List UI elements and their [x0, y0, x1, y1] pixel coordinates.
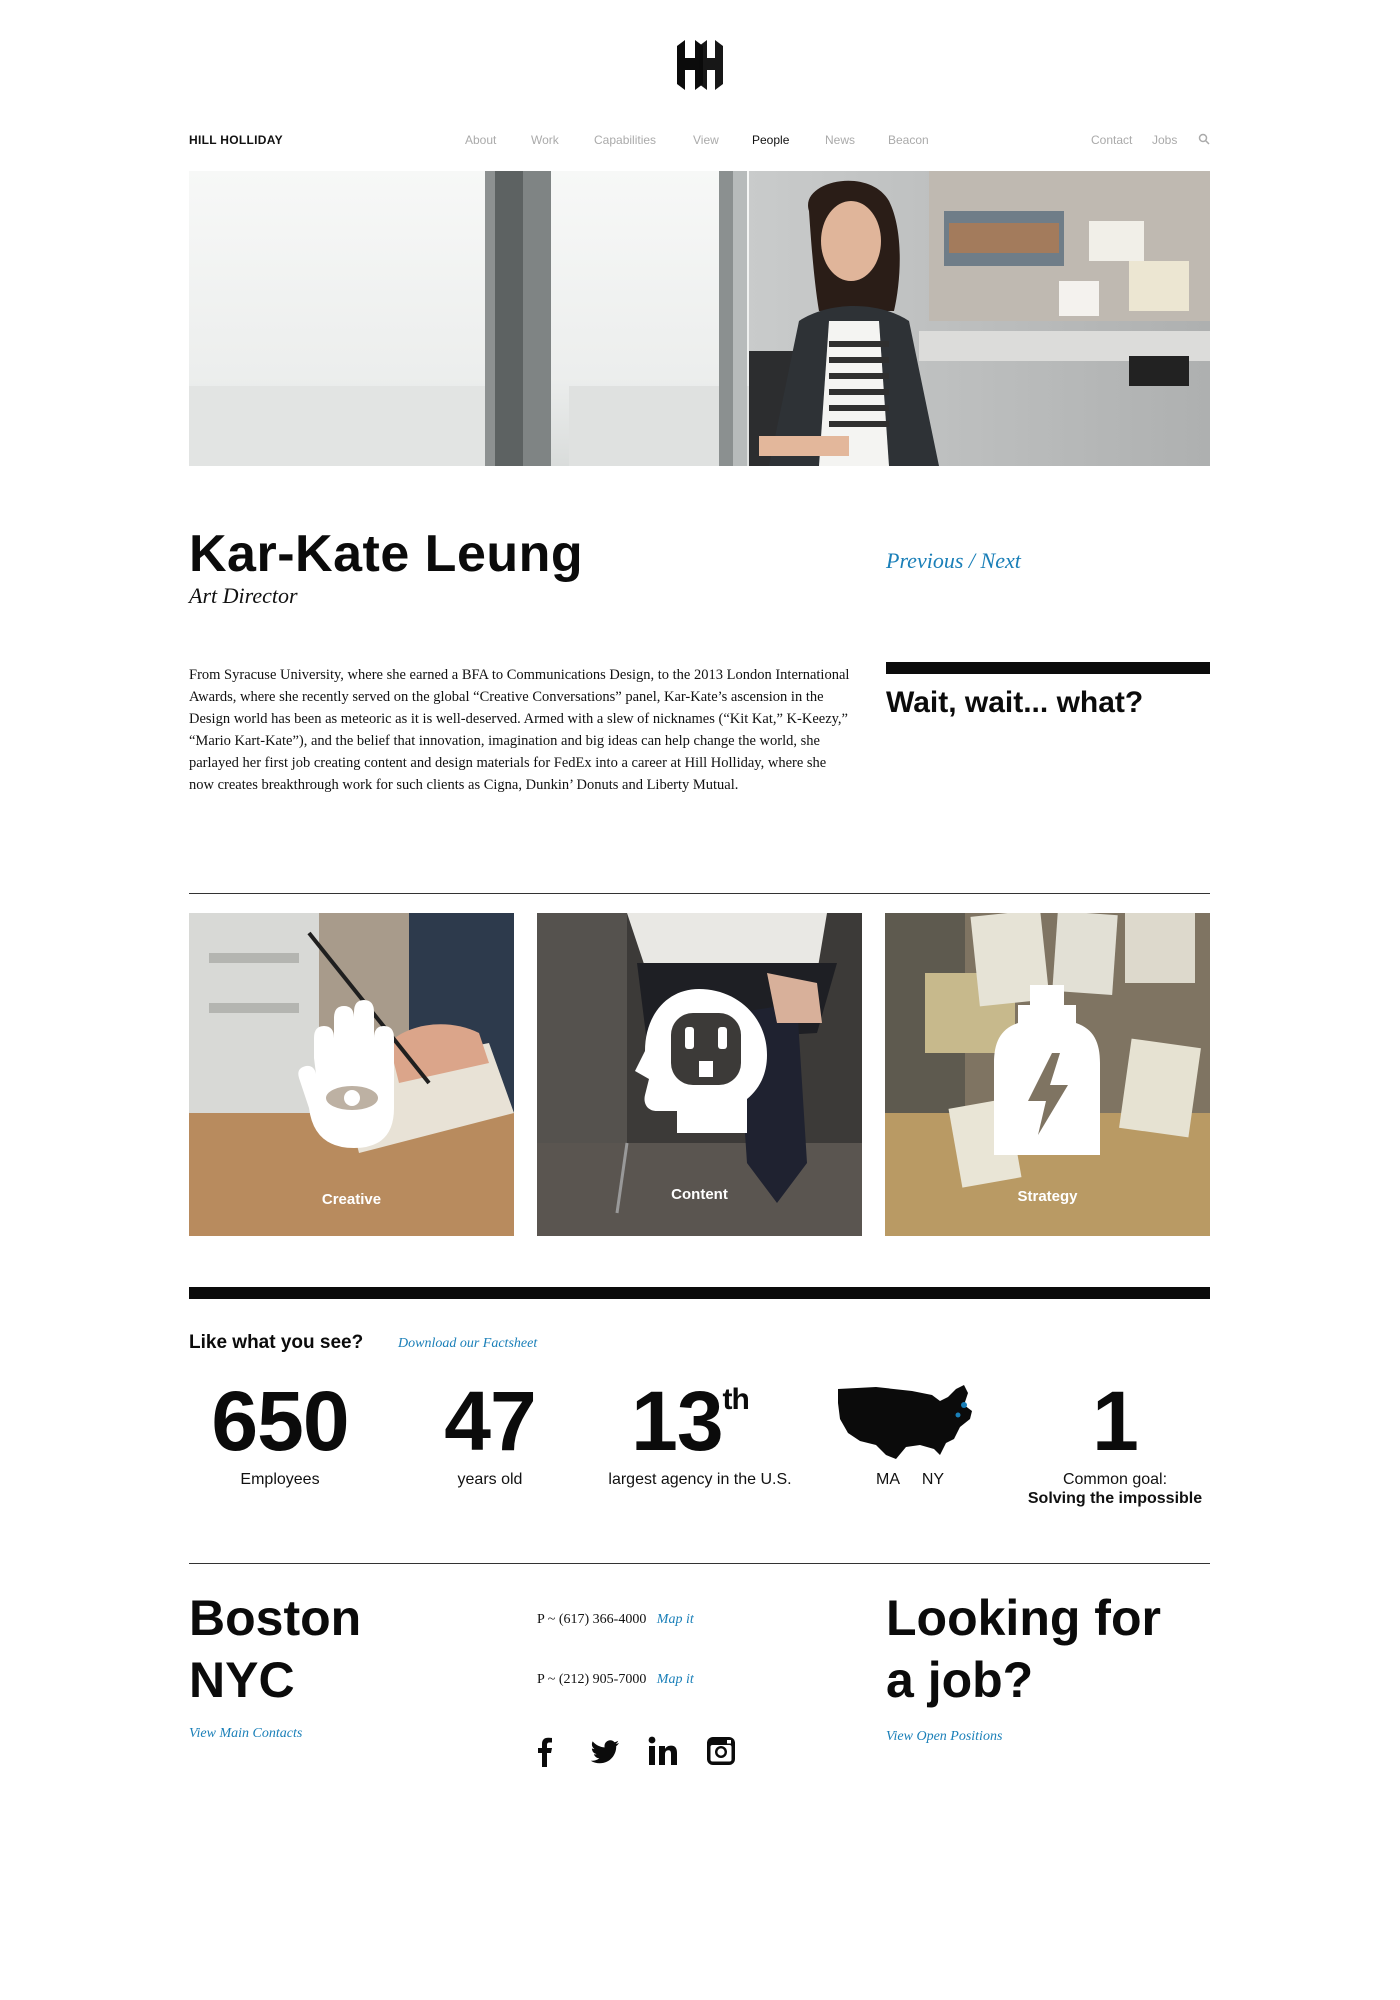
- hill-holliday-logo-icon[interactable]: [673, 40, 727, 90]
- head-outlet-icon: [635, 989, 767, 1133]
- job-heading-line1: Looking for: [886, 1590, 1161, 1646]
- hand-eye-icon: [298, 1000, 394, 1148]
- city-boston: Boston: [189, 1590, 362, 1646]
- facebook-icon[interactable]: [529, 1735, 561, 1767]
- twitter-icon[interactable]: [589, 1735, 621, 1767]
- tile-label-content: Content: [671, 1186, 728, 1203]
- stat-rank-number: 13: [631, 1374, 723, 1468]
- section-divider: [189, 893, 1210, 894]
- map-label-ma: MA: [876, 1471, 900, 1488]
- tile-creative[interactable]: Creative: [189, 913, 514, 1236]
- search-icon[interactable]: [1198, 133, 1210, 145]
- prev-next-nav: Previous / Next: [886, 548, 1021, 574]
- job-heading-line2: a job?: [886, 1652, 1034, 1708]
- facts-heading: Like what you see?: [189, 1332, 364, 1353]
- nav-item-news[interactable]: News: [825, 133, 855, 147]
- stat-rank-value: 13th: [620, 1373, 760, 1470]
- nav-item-beacon[interactable]: Beacon: [888, 133, 929, 147]
- facts-divider: [189, 1287, 1210, 1299]
- stat-years-label: years old: [457, 1471, 523, 1488]
- quote-divider: [886, 662, 1210, 674]
- stat-rank-suffix: th: [722, 1383, 750, 1416]
- hero-photo: [189, 171, 1210, 466]
- tile-strategy[interactable]: Strategy: [885, 913, 1210, 1236]
- person-title: Art Director: [189, 583, 298, 608]
- next-link[interactable]: Next: [981, 548, 1021, 573]
- person-bio: From Syracuse University, where she earn…: [189, 667, 850, 793]
- nav-item-jobs[interactable]: Jobs: [1152, 133, 1177, 147]
- bottle-bolt-icon: [994, 985, 1100, 1155]
- tile-label-creative: Creative: [321, 1191, 382, 1208]
- download-factsheet-link[interactable]: Download our Factsheet: [398, 1336, 537, 1352]
- phone-boston: P ~ (617) 366-4000: [537, 1612, 647, 1627]
- instagram-icon[interactable]: [705, 1735, 737, 1767]
- nav-item-contact[interactable]: Contact: [1091, 133, 1132, 147]
- map-it-boston-link[interactable]: Map it: [657, 1612, 694, 1627]
- stat-employees-label: Employees: [240, 1471, 320, 1488]
- nav-item-people[interactable]: People: [752, 133, 789, 147]
- brand-wordmark[interactable]: HILL HOLLIDAY: [189, 133, 283, 147]
- footer-divider: [189, 1563, 1210, 1564]
- us-map-icon: [838, 1385, 972, 1459]
- tile-content[interactable]: Content: [537, 913, 862, 1236]
- linkedin-icon[interactable]: [647, 1735, 679, 1767]
- view-main-contacts-link[interactable]: View Main Contacts: [189, 1726, 302, 1742]
- phone-boston-row: P ~ (617) 366-4000 Map it: [537, 1610, 694, 1628]
- phone-nyc: P ~ (212) 905-7000: [537, 1672, 647, 1687]
- stat-employees-value: 650: [211, 1374, 349, 1468]
- stat-goal-label: Common goal:: [1062, 1471, 1168, 1488]
- map-it-nyc-link[interactable]: Map it: [657, 1672, 694, 1687]
- nav-item-view[interactable]: View: [693, 133, 719, 147]
- nav-item-about[interactable]: About: [465, 133, 496, 147]
- phone-nyc-row: P ~ (212) 905-7000 Map it: [537, 1670, 694, 1688]
- map-label-ny: NY: [921, 1471, 945, 1488]
- prev-next-separator: /: [968, 548, 976, 573]
- stat-rank-label: largest agency in the U.S.: [608, 1471, 792, 1488]
- person-quote: Wait, wait... what?: [886, 686, 1144, 719]
- previous-link[interactable]: Previous: [886, 548, 963, 573]
- person-name: Kar-Kate Leung: [189, 525, 584, 583]
- nav-item-capabilities[interactable]: Capabilities: [594, 133, 656, 147]
- stat-years-value: 47: [444, 1374, 536, 1468]
- city-nyc: NYC: [189, 1652, 295, 1708]
- tile-label-strategy: Strategy: [1017, 1188, 1078, 1205]
- stat-goal-value: 1: [1092, 1374, 1139, 1468]
- stat-goal-sub: Solving the impossible: [1027, 1490, 1203, 1507]
- view-open-positions-link[interactable]: View Open Positions: [886, 1729, 1002, 1745]
- nav-item-work[interactable]: Work: [531, 133, 559, 147]
